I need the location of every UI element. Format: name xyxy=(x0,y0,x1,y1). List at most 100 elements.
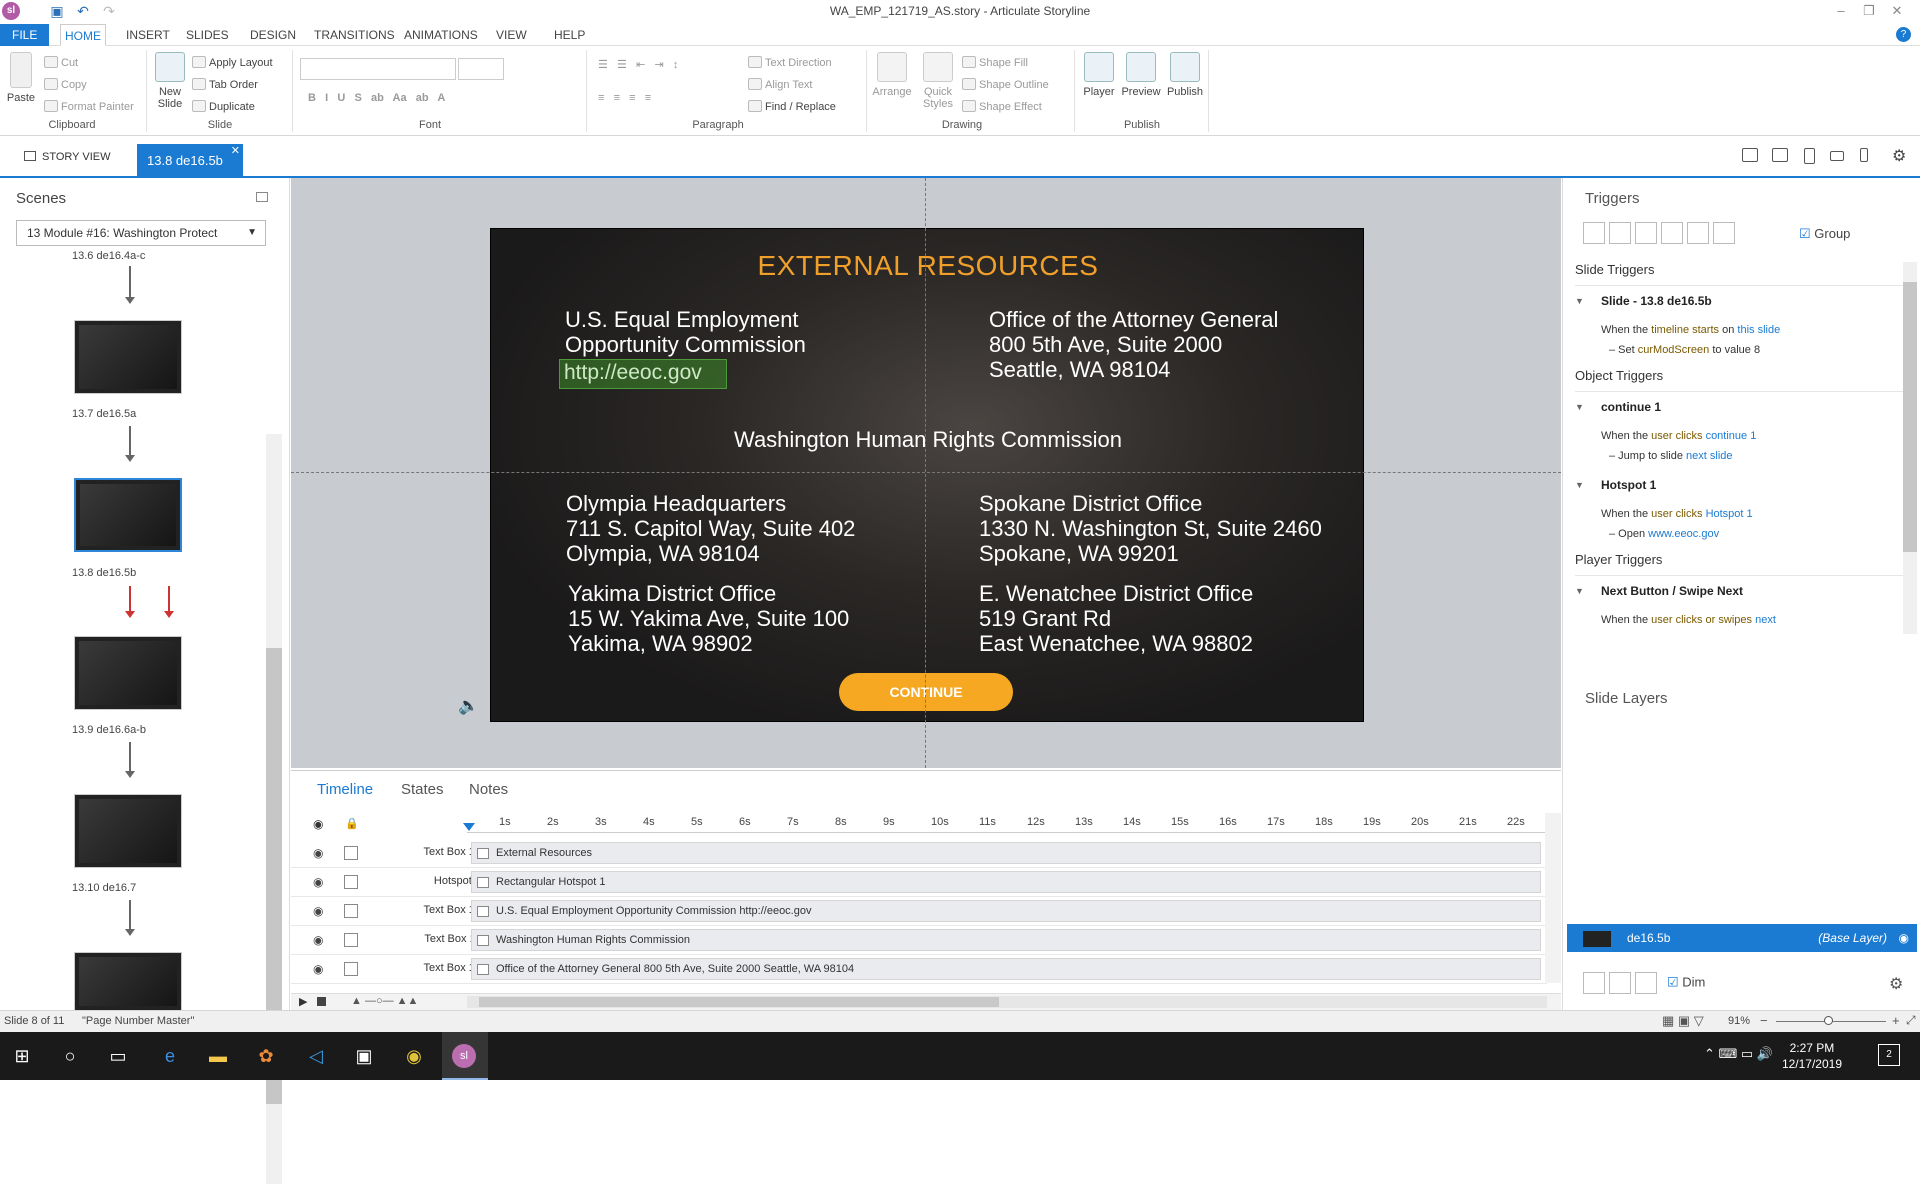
bullets-button[interactable]: ☰ ☰ ⇤ ⇥ ↕ xyxy=(598,58,678,71)
lock-toggle[interactable] xyxy=(344,933,358,947)
phone-landscape-icon[interactable] xyxy=(1830,151,1844,161)
vertical-guide[interactable] xyxy=(925,178,926,768)
eye-icon[interactable]: ◉ xyxy=(313,817,323,831)
yakima-text[interactable]: Yakima District Office 15 W. Yakima Ave,… xyxy=(568,581,849,656)
zoom-out-icon[interactable]: − xyxy=(1760,1013,1768,1028)
shape-fill-button[interactable]: Shape Fill xyxy=(962,56,1028,69)
close-icon[interactable]: ✕ xyxy=(1886,2,1908,20)
play-icon[interactable]: ▶ xyxy=(299,995,307,1008)
edit-trigger-icon[interactable] xyxy=(1609,222,1631,244)
player-button[interactable]: Player xyxy=(1080,52,1118,98)
panel-float-icon[interactable] xyxy=(256,192,268,202)
preview-button[interactable]: Preview xyxy=(1120,52,1162,98)
trigger-line[interactable]: When the user clicks or swipes next xyxy=(1601,614,1776,626)
menu-help[interactable]: HELP xyxy=(550,24,589,46)
menu-insert[interactable]: INSERT xyxy=(122,24,174,46)
dim-checkbox[interactable]: ☑ xyxy=(1667,974,1679,989)
vscode-icon[interactable]: ◁ xyxy=(304,1044,328,1068)
search-icon[interactable]: ○ xyxy=(58,1044,82,1068)
eye-icon[interactable]: ◉ xyxy=(313,846,327,860)
tablet-landscape-icon[interactable] xyxy=(1772,148,1788,162)
timeline-hscrollbar[interactable] xyxy=(467,996,1547,1008)
eye-icon[interactable]: ◉ xyxy=(313,962,327,976)
bold-button[interactable]: B I U S ab Aa ab A xyxy=(308,92,445,104)
font-size-select[interactable] xyxy=(458,58,504,80)
trigger-owner[interactable]: Slide - 13.8 de16.5b xyxy=(1601,294,1712,308)
stop-icon[interactable] xyxy=(317,997,326,1006)
new-layer-icon[interactable] xyxy=(1583,972,1605,994)
timeline-ruler[interactable]: 1s 2s 3s 4s 5s 6s 7s 8s 9s 10s 11s 12s 13s 14s 15s 16s 1… xyxy=(467,813,1547,833)
system-tray-icons[interactable]: ⌃ ⌨ ▭ 🔊 xyxy=(1704,1046,1773,1062)
triggers-scrollbar[interactable] xyxy=(1903,262,1917,634)
timeline-row[interactable]: ◉ Text Box 10 Office of the Attorney Gener… xyxy=(291,955,1547,984)
slide-triggers-header[interactable]: Slide Triggers xyxy=(1575,262,1905,286)
arrange-button[interactable]: Arrange xyxy=(870,52,914,98)
new-trigger-icon[interactable] xyxy=(1583,222,1605,244)
attorney-general-text[interactable]: Office of the Attorney General 800 5th A… xyxy=(989,307,1278,382)
eye-icon[interactable]: ◉ xyxy=(313,933,327,947)
duplicate-layer-icon[interactable] xyxy=(1609,972,1631,994)
story-view-tab[interactable]: STORY VIEW xyxy=(24,146,110,168)
delete-trigger-icon[interactable] xyxy=(1687,222,1709,244)
copy-trigger-icon[interactable] xyxy=(1635,222,1657,244)
duplicate-button[interactable]: Duplicate xyxy=(192,100,255,113)
notification-icon[interactable]: 2 xyxy=(1878,1044,1900,1066)
help-icon[interactable]: ? xyxy=(1896,27,1911,42)
timeline-bar[interactable]: Office of the Attorney General 800 5th A… xyxy=(471,958,1541,980)
eye-icon[interactable]: ◉ xyxy=(313,875,327,889)
slide-title[interactable]: EXTERNAL RESOURCES xyxy=(491,252,1363,280)
phone-portrait-icon[interactable] xyxy=(1860,148,1868,162)
timeline-bar[interactable]: External Resources xyxy=(471,842,1541,864)
tab-states[interactable]: States xyxy=(401,781,444,798)
new-slide-button[interactable]: New Slide xyxy=(150,52,190,110)
save-icon[interactable]: ▣ xyxy=(48,2,66,20)
lock-toggle[interactable] xyxy=(344,904,358,918)
quick-styles-button[interactable]: Quick Styles xyxy=(918,52,958,110)
align-buttons[interactable]: ≡ ≡ ≡ ≡ xyxy=(598,92,651,104)
menu-animations[interactable]: ANIMATIONS xyxy=(400,24,482,46)
find-replace-button[interactable]: Find / Replace xyxy=(748,100,836,113)
menu-view[interactable]: VIEW xyxy=(492,24,531,46)
publish-button[interactable]: Publish xyxy=(1164,52,1206,98)
lock-toggle[interactable] xyxy=(344,846,358,860)
slide-stage[interactable]: EXTERNAL RESOURCES U.S. Equal Employment… xyxy=(490,228,1364,722)
trigger-line[interactable]: When the user clicks continue 1 xyxy=(1601,430,1756,442)
eeoc-text[interactable]: U.S. Equal Employment Opportunity Commis… xyxy=(565,307,806,357)
align-text-button[interactable]: Align Text xyxy=(748,78,813,91)
move-trigger-icon[interactable] xyxy=(1713,222,1735,244)
menu-home[interactable]: HOME xyxy=(60,24,106,46)
slide-thumbnail[interactable] xyxy=(74,952,182,1010)
timeline-row[interactable]: ◉ Text Box 12 U.S. Equal Employment Opport… xyxy=(291,897,1547,926)
tab-notes[interactable]: Notes xyxy=(469,781,508,798)
trigger-line[interactable]: When the timeline starts on this slide xyxy=(1601,324,1780,336)
whrc-heading[interactable]: Washington Human Rights Commission xyxy=(491,427,1363,452)
slide-thumbnail[interactable] xyxy=(74,636,182,710)
menu-design[interactable]: DESIGN xyxy=(246,24,300,46)
tab-order-button[interactable]: Tab Order xyxy=(192,78,258,91)
trigger-owner[interactable]: continue 1 xyxy=(1601,400,1661,414)
timeline-bar[interactable]: U.S. Equal Employment Opportunity Commis… xyxy=(471,900,1541,922)
menu-slides[interactable]: SLIDES xyxy=(182,24,233,46)
slide-thumbnail[interactable] xyxy=(74,320,182,394)
trigger-action[interactable]: – Jump to slide next slide xyxy=(1609,450,1733,462)
player-triggers-header[interactable]: Player Triggers xyxy=(1575,552,1905,576)
clock[interactable]: 2:27 PM 12/17/2019 xyxy=(1782,1040,1842,1072)
paste-trigger-icon[interactable] xyxy=(1661,222,1683,244)
trigger-action[interactable]: – Set curModScreen to value 8 xyxy=(1609,344,1760,356)
layer-properties-icon[interactable]: ⚙ xyxy=(1889,974,1903,994)
shape-outline-button[interactable]: Shape Outline xyxy=(962,78,1049,91)
tablet-portrait-icon[interactable] xyxy=(1804,148,1815,164)
spokane-text[interactable]: Spokane District Office 1330 N. Washingt… xyxy=(979,491,1322,566)
undo-icon[interactable]: ↶ xyxy=(74,2,92,20)
shape-effect-button[interactable]: Shape Effect xyxy=(962,100,1042,113)
delete-layer-icon[interactable] xyxy=(1635,972,1657,994)
lock-icon[interactable]: 🔒 xyxy=(345,817,359,830)
lock-toggle[interactable] xyxy=(344,875,358,889)
gear-icon[interactable]: ⚙ xyxy=(1892,146,1906,166)
timeline-row[interactable]: ◉ Text Box 11 Washington Human Rights Comm… xyxy=(291,926,1547,955)
trigger-owner[interactable]: Next Button / Swipe Next xyxy=(1601,584,1743,598)
slide-thumbnail-selected[interactable] xyxy=(74,478,182,552)
restore-icon[interactable]: ❐ xyxy=(1858,2,1880,20)
speaker-icon[interactable]: 🔈 xyxy=(458,696,479,716)
tab-timeline[interactable]: Timeline xyxy=(317,781,373,798)
